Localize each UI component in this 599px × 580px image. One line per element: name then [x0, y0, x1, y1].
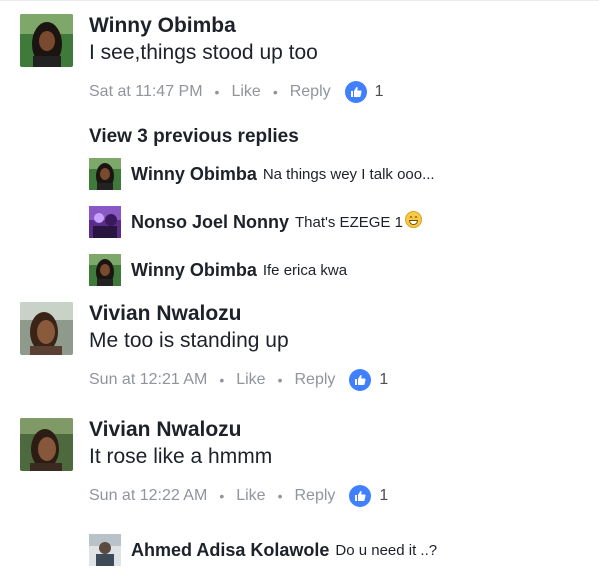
comment-text: I see,things stood up too [89, 41, 318, 64]
reply-item: Winny Obimba Na things wey I talk ooo... [89, 158, 435, 190]
reply-text: Ife erica kwa [262, 261, 348, 279]
avatar[interactable] [89, 158, 121, 190]
reply-button[interactable]: Reply [290, 83, 331, 101]
like-count: 1 [379, 487, 389, 504]
reply-author[interactable]: Nonso Joel Nonny [131, 212, 289, 233]
comment-actions: Sun at 12:21 AM • Like • Reply 1 [89, 369, 388, 391]
like-count: 1 [379, 371, 389, 388]
reply-author[interactable]: Ahmed Adisa Kolawole [131, 540, 329, 561]
reply-author[interactable]: Winny Obimba [131, 164, 257, 185]
like-button[interactable]: Like [231, 83, 260, 101]
reaction-count[interactable]: 1 [344, 81, 384, 103]
comment-author[interactable]: Vivian Nwalozu [89, 302, 289, 326]
grinning-face-icon [404, 211, 422, 233]
separator-dot: • [219, 372, 225, 388]
reply-text: Do u need it ..? [335, 541, 438, 559]
reaction-count[interactable]: 1 [349, 369, 388, 391]
thumbs-up-icon [349, 369, 372, 391]
comment-timestamp[interactable]: Sun at 12:21 AM [89, 371, 207, 389]
separator-dot: • [277, 488, 283, 504]
reply-author[interactable]: Winny Obimba [131, 260, 257, 281]
comment-actions: Sun at 12:22 AM • Like • Reply 1 [89, 485, 388, 507]
avatar[interactable] [20, 302, 73, 355]
comment-timestamp[interactable]: Sat at 11:47 PM [89, 83, 203, 101]
reply-item: Ahmed Adisa Kolawole Do u need it ..? [89, 534, 437, 566]
avatar[interactable] [20, 14, 73, 67]
reply-text: Na things wey I talk ooo... [262, 165, 435, 183]
divider-line [0, 0, 599, 1]
avatar[interactable] [20, 418, 73, 471]
thumbs-up-icon [349, 485, 372, 507]
separator-dot: • [219, 488, 225, 504]
comment-author[interactable]: Winny Obimba [89, 14, 318, 38]
avatar[interactable] [89, 534, 121, 566]
reply-button[interactable]: Reply [294, 487, 335, 505]
comment-timestamp[interactable]: Sun at 12:22 AM [89, 487, 207, 505]
separator-dot: • [277, 372, 283, 388]
view-previous-replies-link[interactable]: View 3 previous replies [89, 126, 299, 148]
thumbs-up-icon [344, 81, 367, 103]
separator-dot: • [272, 84, 278, 100]
like-button[interactable]: Like [236, 487, 265, 505]
like-button[interactable]: Like [236, 371, 265, 389]
comment-author[interactable]: Vivian Nwalozu [89, 418, 272, 442]
avatar[interactable] [89, 206, 121, 238]
reply-item: Nonso Joel Nonny That's EZEGE 1 [89, 206, 422, 238]
reply-item: Winny Obimba Ife erica kwa [89, 254, 347, 286]
comment-text: It rose like a hmmm [89, 445, 273, 468]
comment-actions: Sat at 11:47 PM • Like • Reply 1 [89, 81, 384, 103]
separator-dot: • [214, 84, 220, 100]
avatar[interactable] [89, 254, 121, 286]
reply-text: That's EZEGE 1 [295, 213, 403, 231]
comment-text: Me too is standing up [89, 329, 289, 352]
like-count: 1 [374, 83, 384, 100]
reply-button[interactable]: Reply [294, 371, 335, 389]
reaction-count[interactable]: 1 [349, 485, 388, 507]
